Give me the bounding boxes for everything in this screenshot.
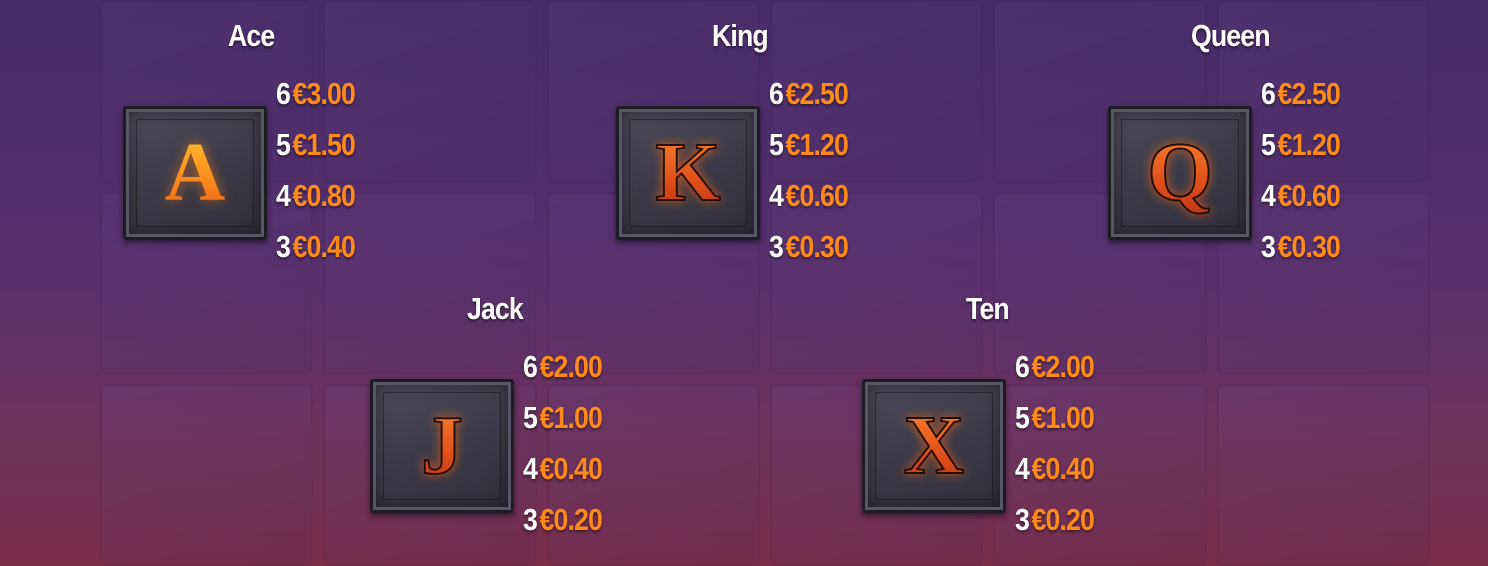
payout-row: 3 €0.30 [1261, 221, 1341, 272]
jack-letter-icon: J [373, 382, 511, 510]
payout-value: €0.20 [1031, 501, 1095, 537]
payout-row: 6 €2.50 [769, 68, 849, 119]
payout-row: 6 €2.00 [1015, 341, 1095, 392]
match-count: 5 [1261, 126, 1276, 162]
payout-row: 4 €0.60 [769, 170, 849, 221]
symbol-name: Jack [467, 291, 524, 326]
payout-row: 6 €2.50 [1261, 68, 1341, 119]
match-count: 6 [523, 348, 538, 384]
payout-list: 6 €2.50 5 €1.20 4 €0.60 3 €0.30 [1261, 68, 1353, 272]
match-count: 6 [1015, 348, 1030, 384]
match-count: 5 [1015, 399, 1030, 435]
paytable-symbol-queen: Queen Q 6 €2.50 5 €1.20 4 €0.60 3 €0.30 [1108, 18, 1378, 278]
payout-row: 5 €1.20 [1261, 119, 1341, 170]
payout-row: 4 €0.40 [1015, 443, 1095, 494]
match-count: 6 [1261, 75, 1276, 111]
paytable-symbol-jack: Jack J 6 €2.00 5 €1.00 4 €0.40 3 €0.20 [370, 291, 640, 551]
payout-value: €0.30 [1277, 228, 1341, 264]
jack-symbol-tile: J [370, 379, 514, 513]
payout-row: 3 €0.40 [276, 221, 356, 272]
payout-row: 5 €1.20 [769, 119, 849, 170]
match-count: 6 [276, 75, 291, 111]
queen-letter-icon: Q [1111, 109, 1249, 237]
queen-symbol-tile: Q [1108, 106, 1252, 240]
payout-value: €0.40 [539, 450, 603, 486]
match-count: 4 [276, 177, 291, 213]
payout-row: 5 €1.00 [523, 392, 603, 443]
symbol-name: King [712, 18, 769, 53]
payout-row: 3 €0.30 [769, 221, 849, 272]
payout-row: 5 €1.50 [276, 119, 356, 170]
payout-value: €0.60 [785, 177, 849, 213]
match-count: 6 [769, 75, 784, 111]
king-letter-icon: K [619, 109, 757, 237]
paytable-symbol-ace: Ace A 6 €3.00 5 €1.50 4 €0.80 3 €0.40 [123, 18, 393, 278]
payout-value: €1.20 [1277, 126, 1341, 162]
payout-row: 6 €3.00 [276, 68, 356, 119]
payout-value: €2.00 [1031, 348, 1095, 384]
match-count: 3 [769, 228, 784, 264]
symbol-name: Ten [966, 291, 1010, 326]
symbol-name: Queen [1191, 18, 1271, 53]
match-count: 4 [1015, 450, 1030, 486]
match-count: 4 [769, 177, 784, 213]
payout-value: €2.50 [1277, 75, 1341, 111]
ace-symbol-tile: A [123, 106, 267, 240]
match-count: 4 [1261, 177, 1276, 213]
match-count: 5 [523, 399, 538, 435]
payout-row: 3 €0.20 [1015, 494, 1095, 545]
match-count: 3 [1015, 501, 1030, 537]
payout-list: 6 €2.50 5 €1.20 4 €0.60 3 €0.30 [769, 68, 861, 272]
payout-value: €1.00 [539, 399, 603, 435]
payout-list: 6 €2.00 5 €1.00 4 €0.40 3 €0.20 [1015, 341, 1107, 545]
match-count: 5 [769, 126, 784, 162]
paytable-symbol-ten: Ten X 6 €2.00 5 €1.00 4 €0.40 3 €0.20 [862, 291, 1132, 551]
payout-value: €0.60 [1277, 177, 1341, 213]
paytable-symbol-king: King K 6 €2.50 5 €1.20 4 €0.60 3 €0.30 [616, 18, 886, 278]
payout-row: 5 €1.00 [1015, 392, 1095, 443]
payout-value: €1.20 [785, 126, 849, 162]
payout-value: €0.40 [292, 228, 356, 264]
match-count: 3 [276, 228, 291, 264]
ten-symbol-tile: X [862, 379, 1006, 513]
payout-value: €3.00 [292, 75, 356, 111]
payout-list: 6 €2.00 5 €1.00 4 €0.40 3 €0.20 [523, 341, 615, 545]
payout-value: €2.50 [785, 75, 849, 111]
payout-value: €0.80 [292, 177, 356, 213]
payout-value: €2.00 [539, 348, 603, 384]
payout-row: 6 €2.00 [523, 341, 603, 392]
ace-letter-icon: A [126, 109, 264, 237]
payout-list: 6 €3.00 5 €1.50 4 €0.80 3 €0.40 [276, 68, 368, 272]
king-symbol-tile: K [616, 106, 760, 240]
payout-row: 4 €0.60 [1261, 170, 1341, 221]
payout-row: 3 €0.20 [523, 494, 603, 545]
payout-row: 4 €0.40 [523, 443, 603, 494]
payout-value: €1.50 [292, 126, 356, 162]
symbol-name: Ace [228, 18, 275, 53]
match-count: 3 [1261, 228, 1276, 264]
match-count: 3 [523, 501, 538, 537]
payout-value: €1.00 [1031, 399, 1095, 435]
payout-value: €0.40 [1031, 450, 1095, 486]
payout-row: 4 €0.80 [276, 170, 356, 221]
ten-letter-icon: X [865, 382, 1003, 510]
match-count: 5 [276, 126, 291, 162]
payout-value: €0.30 [785, 228, 849, 264]
match-count: 4 [523, 450, 538, 486]
payout-value: €0.20 [539, 501, 603, 537]
